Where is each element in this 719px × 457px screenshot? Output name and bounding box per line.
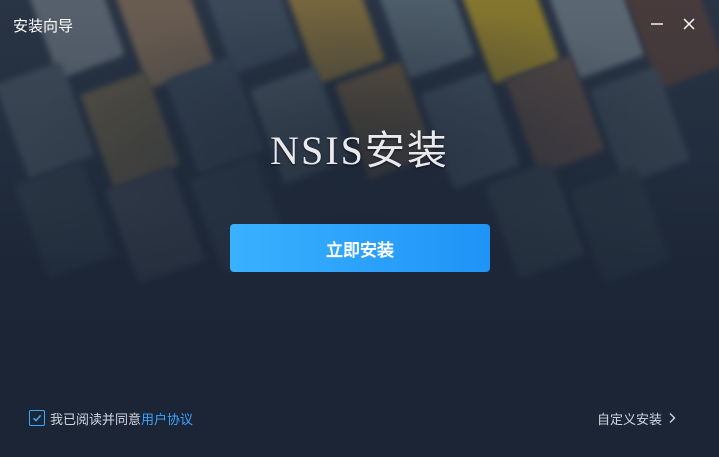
chevron-right-icon <box>669 413 676 423</box>
install-now-button[interactable]: 立即安装 <box>230 224 490 272</box>
title-bar[interactable]: 安装向导 <box>0 0 719 50</box>
custom-install-label: 自定义安装 <box>597 412 663 428</box>
agree-text: 我已阅读并同意 <box>50 412 142 428</box>
agreement-row: 我已阅读并同意 用户协议 <box>29 408 193 428</box>
checkmark-icon <box>32 414 42 422</box>
custom-install-link[interactable]: 自定义安装 <box>597 408 676 428</box>
close-button[interactable] <box>677 12 701 36</box>
close-icon <box>683 18 695 30</box>
user-agreement-link[interactable]: 用户协议 <box>141 409 193 428</box>
minimize-icon <box>651 23 663 25</box>
agree-checkbox[interactable] <box>29 410 45 426</box>
window-title: 安装向导 <box>13 17 74 35</box>
minimize-button[interactable] <box>645 12 669 36</box>
installer-heading: NSIS安装 <box>270 128 449 173</box>
